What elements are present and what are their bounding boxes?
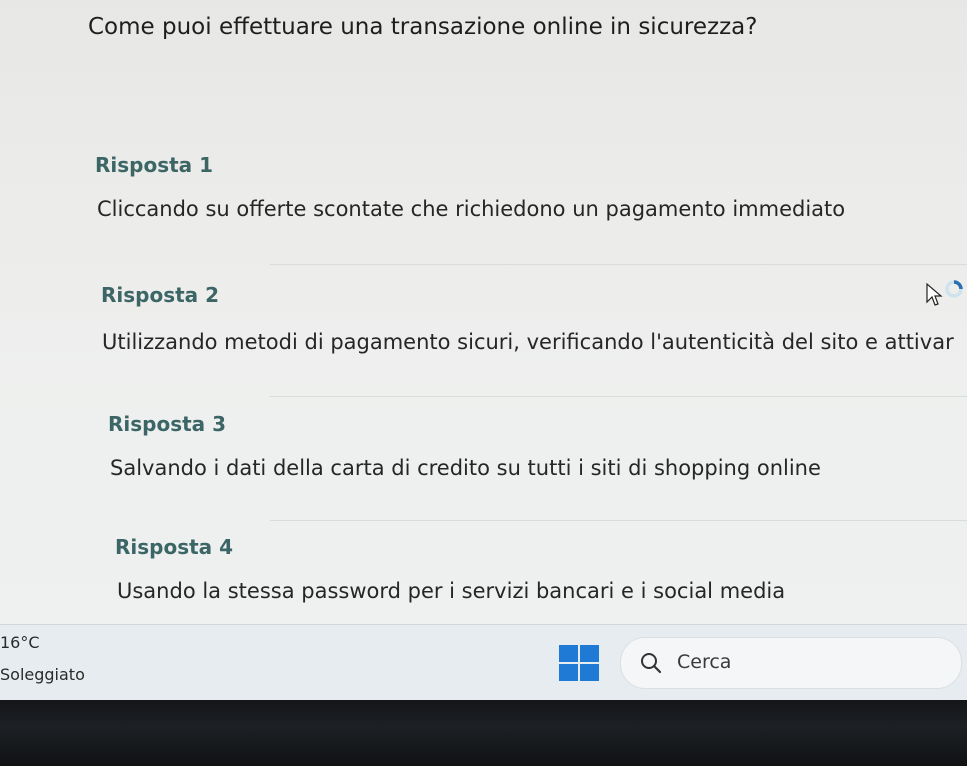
answer-label: Risposta 2 — [101, 283, 220, 307]
weather-temperature: 16°C — [0, 633, 40, 652]
answer-divider — [270, 264, 967, 265]
windows-start-icon[interactable] — [557, 643, 601, 683]
monitor-bezel — [0, 700, 967, 766]
answer-label: Risposta 1 — [95, 153, 214, 177]
answer-text: Utilizzando metodi di pagamento sicuri, … — [102, 330, 954, 354]
search-label: Cerca — [677, 651, 732, 673]
pointer-busy-icon — [926, 280, 963, 306]
question-title: Come puoi effettuare una transazione onl… — [88, 14, 758, 40]
search-box[interactable]: Cerca — [620, 637, 962, 689]
windows-taskbar: 16°C Soleggiato Cerca — [0, 624, 967, 701]
answer-text: Usando la stessa password per i servizi … — [117, 579, 786, 603]
answer-text: Salvando i dati della carta di credito s… — [110, 456, 821, 480]
answer-divider — [270, 396, 967, 397]
search-icon — [641, 653, 662, 674]
answer-divider — [270, 520, 967, 521]
answer-label: Risposta 4 — [115, 535, 234, 559]
answer-label: Risposta 3 — [108, 412, 227, 436]
answer-text: Cliccando su offerte scontate che richie… — [97, 197, 846, 221]
weather-condition: Soleggiato — [0, 665, 85, 684]
quiz-screen: Come puoi effettuare una transazione onl… — [0, 0, 967, 700]
